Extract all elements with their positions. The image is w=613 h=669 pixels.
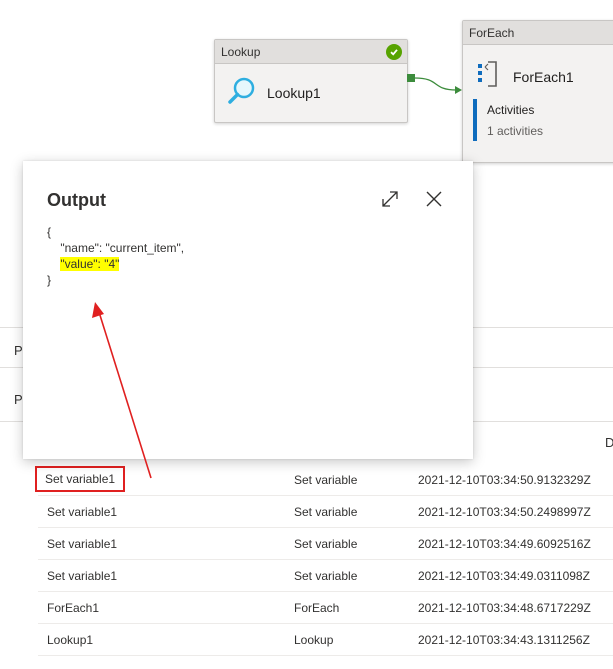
activity-runs-table: Set variable1 Set variable 2021-12-10T03… (34, 464, 613, 656)
table-row[interactable]: ForEach1 ForEach 2021-12-10T03:34:48.671… (38, 592, 613, 624)
activities-count: 1 activities (487, 124, 544, 138)
foreach-icon (477, 61, 499, 92)
run-start: 2021-12-10T03:34:43.1311256Z (418, 633, 590, 647)
run-start: 2021-12-10T03:34:50.9132329Z (418, 473, 591, 487)
foreach-activity-node[interactable]: ForEach ForEach1 Activities 1 activities (462, 20, 613, 163)
activity-type: Set variable (294, 505, 358, 519)
json-close-brace: } (47, 273, 52, 287)
output-dialog-title: Output (47, 190, 106, 210)
table-row[interactable]: Lookup1 Lookup 2021-12-10T03:34:43.13112… (38, 624, 613, 656)
output-json: { "name": "current_item", "value": "4" } (47, 224, 184, 288)
activity-type: Lookup (294, 633, 334, 647)
close-icon[interactable] (423, 188, 445, 210)
run-start: 2021-12-10T03:34:50.2498997Z (418, 505, 591, 519)
activity-name-link[interactable]: Set variable1 (47, 569, 117, 583)
panel-tab-partial-1[interactable]: P (14, 343, 23, 358)
run-start: 2021-12-10T03:34:49.6092516Z (418, 537, 591, 551)
activity-type: Set variable (294, 537, 358, 551)
activity-name-link[interactable]: Set variable1 (47, 537, 117, 551)
column-header-partial[interactable]: D (605, 435, 613, 450)
activity-name-link[interactable]: Lookup1 (47, 633, 93, 647)
run-start: 2021-12-10T03:34:49.0311098Z (418, 569, 590, 583)
activity-type: ForEach (294, 601, 340, 615)
output-dialog: Output { "name": "current_item", "value"… (23, 161, 473, 459)
table-row[interactable]: Set variable1 Set variable 2021-12-10T03… (34, 464, 613, 496)
json-value-line-highlighted: "value": "4" (60, 257, 120, 271)
activities-label: Activities (487, 103, 535, 117)
json-open-brace: { (47, 225, 52, 239)
foreach-node-header: ForEach (463, 21, 613, 45)
panel-tab-partial-2[interactable]: P (14, 392, 23, 407)
foreach-node-type: ForEach (469, 26, 515, 40)
activity-name-link[interactable]: Set variable1 (34, 466, 126, 492)
activity-type: Set variable (294, 569, 358, 583)
json-name-line: "name": "current_item", (47, 241, 185, 255)
foreach-node-name: ForEach1 (513, 68, 574, 85)
run-start: 2021-12-10T03:34:48.6717229Z (418, 601, 591, 615)
table-row[interactable]: Set variable1 Set variable 2021-12-10T03… (38, 496, 613, 528)
table-row[interactable]: Set variable1 Set variable 2021-12-10T03… (38, 560, 613, 592)
foreach-activities-section[interactable]: Activities 1 activities (473, 99, 543, 141)
activity-name-link[interactable]: ForEach1 (47, 601, 99, 615)
expand-icon[interactable] (379, 188, 401, 210)
activity-name-link[interactable]: Set variable1 (47, 505, 117, 519)
activity-type: Set variable (294, 473, 358, 487)
table-row[interactable]: Set variable1 Set variable 2021-12-10T03… (38, 528, 613, 560)
